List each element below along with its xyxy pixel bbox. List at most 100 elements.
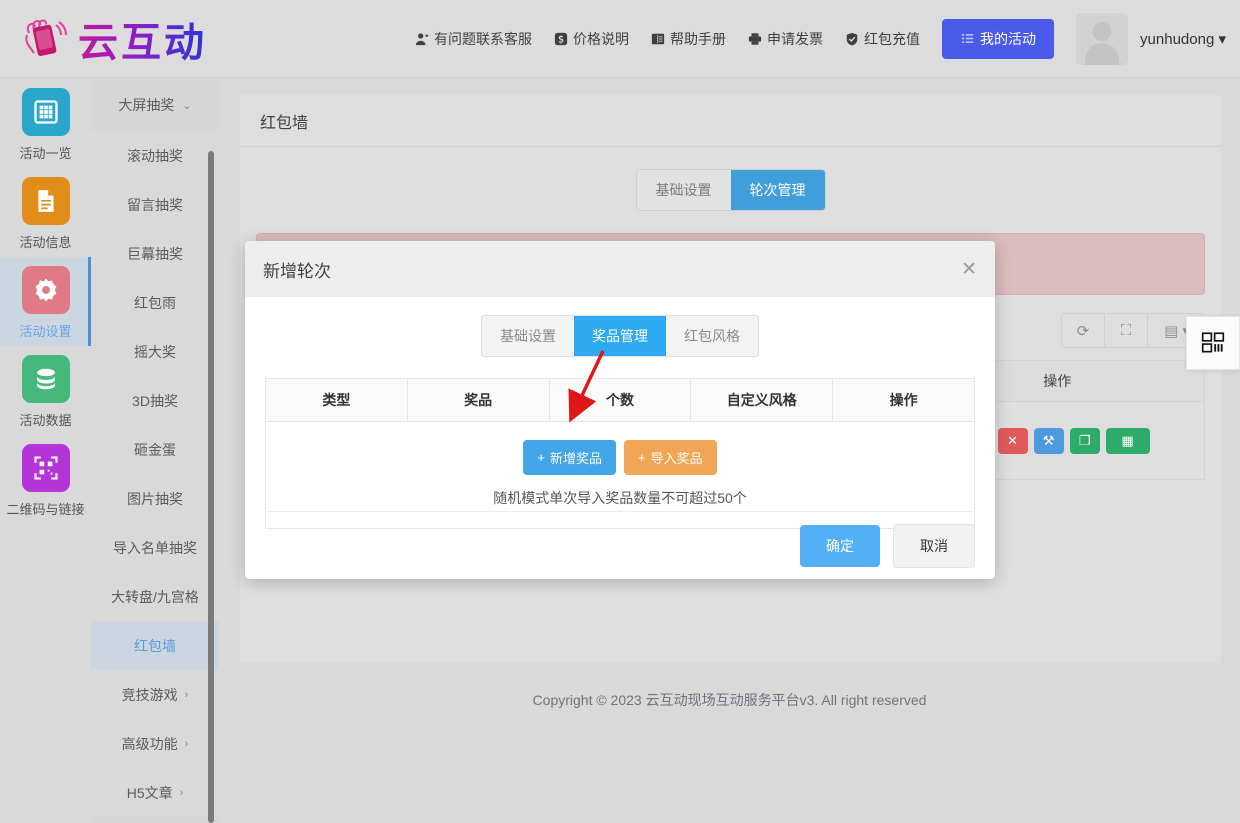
subnav-item-yaodajiang[interactable]: 摇大奖 — [91, 327, 219, 376]
cancel-button[interactable]: 取消 — [893, 523, 975, 568]
subnav-label: 大转盘/九宫格 — [111, 588, 199, 605]
topnav-item-invoice[interactable]: 申请发票 — [748, 29, 823, 49]
secondary-sidebar: 大屏抽奖 ⌄ 滚动抽奖 留言抽奖 巨幕抽奖 红包雨 摇大奖 3D抽奖 砸金蛋 图… — [91, 79, 219, 823]
topnav-item-pricing[interactable]: $ 价格说明 — [554, 29, 629, 49]
dialog-header: 新增轮次 ✕ — [245, 241, 995, 297]
subnav-item-gundong[interactable]: 滚动抽奖 — [91, 131, 219, 180]
topnav-item-support[interactable]: 有问题联系客服 — [415, 29, 532, 49]
my-activity-button[interactable]: 我的活动 — [942, 18, 1055, 59]
subnav-group-header[interactable]: 大屏抽奖 ⌄ — [91, 79, 219, 131]
subnav-label: 导入名单抽奖 — [113, 539, 197, 556]
dialog-tabs: 基础设置 奖品管理 红包风格 — [265, 315, 975, 357]
book-icon — [651, 32, 665, 46]
layout-grid-icon[interactable] — [1186, 316, 1240, 370]
sidebar-item-activity-info[interactable]: 活动信息 — [0, 168, 91, 257]
prize-limit-hint: 随机模式单次导入奖品数量不可超过50个 — [493, 490, 747, 506]
chevron-right-icon: › — [184, 737, 189, 750]
user-menu[interactable]: yunhudong ▾ — [1076, 12, 1226, 65]
gear-icon — [21, 266, 70, 314]
subnav-item-zajindan[interactable]: 砸金蛋 — [91, 425, 219, 474]
sidebar-item-activity-data[interactable]: 活动数据 — [0, 346, 91, 435]
dialog-body: 基础设置 奖品管理 红包风格 类型 奖品 个数 自定义风格 操作 + 新增奖品 … — [245, 297, 995, 529]
add-round-dialog: 新增轮次 ✕ 基础设置 奖品管理 红包风格 类型 奖品 个数 自定义风格 操作 — [245, 241, 995, 579]
sidebar-item-activity-overview[interactable]: 活动一览 — [0, 79, 91, 168]
footer-copyright: Copyright © 2023 云互动现场互动服务平台v3. All righ… — [532, 692, 927, 708]
subnav-label: 留言抽奖 — [127, 196, 183, 213]
topnav-label: 帮助手册 — [670, 30, 727, 47]
subnav-label: 砸金蛋 — [134, 441, 176, 458]
prize-table-header: 类型 奖品 个数 自定义风格 操作 — [266, 379, 974, 422]
list-icon — [960, 32, 974, 46]
sidebar-label: 二维码与链接 — [6, 502, 85, 517]
brand-name: 云互动 — [78, 10, 207, 68]
subnav-label: 红包墙 — [134, 637, 176, 654]
subnav-item-hongbaoqiang[interactable]: 红包墙 — [91, 621, 219, 670]
subnav-item-3dchoujiang[interactable]: 3D抽奖 — [91, 376, 219, 425]
customer-service-icon — [415, 32, 429, 46]
sidebar-item-qrcode-link[interactable]: 二维码与链接 — [0, 435, 91, 524]
tab-round-management[interactable]: 轮次管理 — [730, 170, 825, 210]
chevron-down-icon: ▾ — [1218, 30, 1226, 48]
my-activity-label: 我的活动 — [980, 30, 1037, 47]
magic-wand-icon[interactable]: ⚒ — [1033, 427, 1064, 454]
app-root: 云互动 有问题联系客服 $ 价格说明 帮助手册 申请发票 红包充值 我的活动 y… — [0, 0, 1240, 823]
preview-icon[interactable]: ▦ — [1105, 427, 1150, 454]
close-icon[interactable]: ✕ — [961, 260, 977, 279]
subnav-item-jumu[interactable]: 巨幕抽奖 — [91, 229, 219, 278]
subnav-item-liuyan[interactable]: 留言抽奖 — [91, 180, 219, 229]
page-title: 红包墙 — [240, 95, 1221, 147]
svg-text:$: $ — [558, 34, 564, 45]
plus-icon: + — [537, 450, 545, 465]
topnav-item-recharge[interactable]: 红包充值 — [845, 29, 920, 49]
subnav-item-tupian[interactable]: 图片抽奖 — [91, 474, 219, 523]
add-prize-button[interactable]: + 新增奖品 — [523, 440, 616, 475]
primary-sidebar: 活动一览 活动信息 活动设置 活动数据 二维码与链接 — [0, 79, 91, 823]
subnav-item-daorumingdan[interactable]: 导入名单抽奖 — [91, 523, 219, 572]
confirm-button[interactable]: 确定 — [800, 524, 880, 567]
brand-logo[interactable]: 云互动 — [18, 10, 207, 68]
qrcode-icon — [21, 444, 70, 492]
subnav-item-dazhuanpan[interactable]: 大转盘/九宫格 — [91, 572, 219, 621]
sidebar-scrollbar[interactable] — [208, 151, 214, 823]
top-header: 云互动 有问题联系客服 $ 价格说明 帮助手册 申请发票 红包充值 我的活动 y… — [0, 0, 1240, 78]
columns-glyph: ▤ — [1164, 322, 1179, 340]
dialog-tab-redpacket-style[interactable]: 红包风格 — [666, 316, 758, 356]
tab-basic-settings[interactable]: 基础设置 — [636, 170, 731, 210]
database-icon — [21, 355, 70, 403]
sidebar-label: 活动数据 — [19, 413, 72, 428]
add-prize-label: 新增奖品 — [549, 451, 602, 466]
dialog-tab-prize-management[interactable]: 奖品管理 — [574, 316, 666, 356]
grid-icon — [21, 88, 70, 136]
sidebar-item-activity-settings[interactable]: 活动设置 — [0, 257, 91, 346]
document-icon — [21, 177, 70, 225]
subnav-item-jingjiyouxi[interactable]: 竞技游戏 › — [91, 670, 219, 719]
username-text: yunhudong — [1140, 30, 1215, 48]
subnav-label: 巨幕抽奖 — [127, 245, 183, 262]
subnav-label: 3D抽奖 — [132, 392, 178, 409]
sidebar-label: 活动信息 — [19, 235, 72, 250]
fullscreen-icon[interactable]: ⛶ — [1105, 314, 1148, 347]
plus-icon: + — [638, 450, 646, 465]
subnav-label: H5文章 — [126, 784, 173, 801]
prize-table: 类型 奖品 个数 自定义风格 操作 + 新增奖品 + 导入奖品 随机模式单次导入… — [265, 378, 975, 529]
refresh-icon[interactable]: ⟳ — [1062, 314, 1105, 347]
topnav-label: 申请发票 — [767, 30, 824, 47]
subnav-label: 图片抽奖 — [127, 490, 183, 507]
dialog-tab-basic-settings[interactable]: 基础设置 — [482, 316, 574, 356]
import-prize-button[interactable]: + 导入奖品 — [624, 440, 717, 475]
subnav-label: 红包雨 — [134, 294, 176, 311]
subnav-item-hongbaoyu[interactable]: 红包雨 — [91, 278, 219, 327]
subnav-item-h5wenzhang[interactable]: H5文章 › — [91, 768, 219, 817]
page-tabs: 基础设置 轮次管理 — [240, 169, 1221, 211]
topnav-item-manual[interactable]: 帮助手册 — [651, 29, 726, 49]
username-label[interactable]: yunhudong ▾ — [1140, 30, 1226, 48]
sidebar-label: 活动设置 — [19, 324, 72, 339]
subnav-label: 竞技游戏 — [121, 686, 178, 703]
subnav-group-label: 大屏抽奖 — [118, 97, 175, 113]
subnav-item-gaojigongneng[interactable]: 高级功能 › — [91, 719, 219, 768]
subnav-label: 高级功能 — [121, 735, 178, 752]
copy-icon[interactable]: ❐ — [1069, 427, 1100, 454]
delete-icon[interactable]: ✕ — [997, 427, 1028, 454]
chevron-down-icon: ⌄ — [182, 99, 192, 112]
dialog-title: 新增轮次 — [263, 261, 331, 281]
